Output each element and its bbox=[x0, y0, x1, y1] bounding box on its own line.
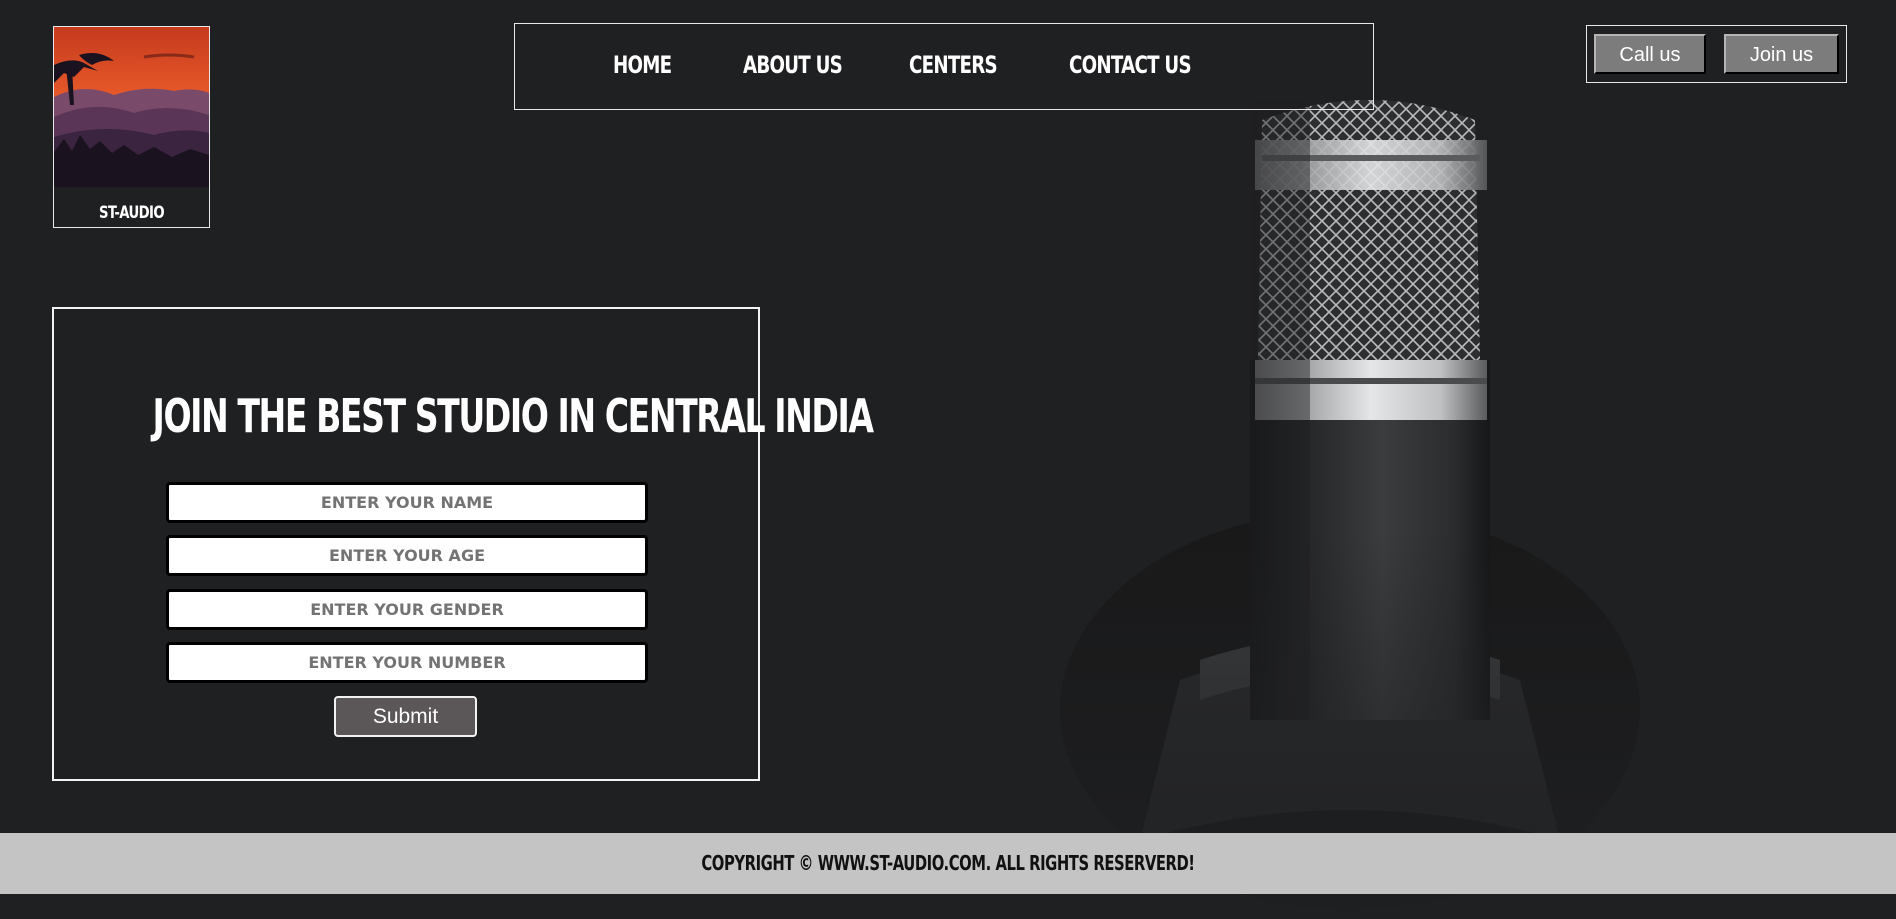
nav-item-home[interactable]: HOME bbox=[613, 51, 672, 79]
number-input[interactable] bbox=[166, 642, 648, 683]
gender-input[interactable] bbox=[166, 589, 648, 630]
submit-button[interactable]: Submit bbox=[334, 696, 477, 737]
footer: COPYRIGHT © WWW.ST-AUDIO.COM. ALL RIGHTS… bbox=[0, 833, 1896, 894]
brand-name: ST-AUDIO bbox=[98, 203, 165, 223]
sunset-mountains-logo-icon bbox=[54, 27, 209, 187]
copyright-text: COPYRIGHT © WWW.ST-AUDIO.COM. ALL RIGHTS… bbox=[701, 851, 1195, 875]
age-input[interactable] bbox=[166, 535, 648, 576]
page: ST-AUDIO HOME ABOUT US CENTERS CONTACT U… bbox=[0, 0, 1896, 919]
join-form-panel: JOIN THE BEST STUDIO IN CENTRAL INDIA Su… bbox=[52, 307, 874, 781]
join-us-button[interactable]: Join us bbox=[1724, 34, 1839, 74]
call-us-button[interactable]: Call us bbox=[1594, 34, 1706, 74]
logo[interactable]: ST-AUDIO bbox=[53, 26, 210, 228]
nav-item-contact-us[interactable]: CONTACT US bbox=[1069, 51, 1192, 79]
header-button-group: Call us Join us bbox=[1586, 25, 1847, 83]
microphone-background-image bbox=[1000, 60, 1896, 919]
main-nav: HOME ABOUT US CENTERS CONTACT US bbox=[514, 23, 1374, 110]
nav-item-about-us[interactable]: ABOUT US bbox=[743, 51, 843, 79]
nav-item-centers[interactable]: CENTERS bbox=[909, 51, 998, 79]
name-input[interactable] bbox=[166, 482, 648, 523]
form-title: JOIN THE BEST STUDIO IN CENTRAL INDIA bbox=[152, 389, 874, 443]
